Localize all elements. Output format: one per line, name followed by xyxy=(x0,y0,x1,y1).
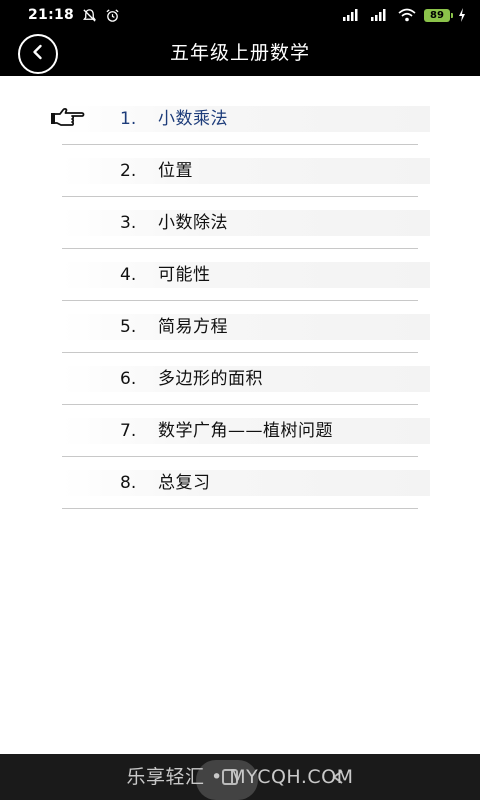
chapter-number: 1. xyxy=(120,109,137,129)
chapter-number: 4. xyxy=(120,265,137,285)
back-button[interactable] xyxy=(18,34,58,74)
status-bar: 21:18 89 xyxy=(0,0,480,30)
chapter-item-7[interactable]: 7. 数学广角——植树问题 xyxy=(62,406,430,457)
nav-back-button[interactable] xyxy=(318,754,358,800)
chapter-item-5[interactable]: 5. 简易方程 xyxy=(62,302,430,353)
page-title: 五年级上册数学 xyxy=(169,42,310,64)
status-right: 89 xyxy=(342,8,466,22)
chapter-item-1[interactable]: 1. 小数乘法 xyxy=(51,94,430,145)
chapter-number: 7. xyxy=(120,421,137,441)
chapter-title: 小数除法 xyxy=(158,213,228,233)
alarm-icon xyxy=(105,8,120,23)
row-highlight xyxy=(62,158,430,184)
chapter-item-8[interactable]: 8. 总复习 xyxy=(62,458,430,509)
row-highlight xyxy=(62,210,430,236)
mute-bell-icon xyxy=(82,8,97,23)
chapter-title: 简易方程 xyxy=(158,317,228,337)
home-icon xyxy=(222,769,238,785)
battery-icon: 89 xyxy=(424,8,453,22)
status-left: 21:18 xyxy=(28,7,120,23)
chapter-title: 数学广角——植树问题 xyxy=(158,421,333,441)
signal-icon xyxy=(370,8,390,22)
chapter-number: 2. xyxy=(120,161,137,181)
pointing-hand-icon xyxy=(50,105,86,131)
chapter-title: 可能性 xyxy=(158,265,211,285)
row-highlight xyxy=(62,106,430,132)
chapter-list: 1. 小数乘法 2. 位置 3. 小数除法 4. 可能性 5. 简易方程 6. … xyxy=(51,94,430,510)
chevron-left-icon xyxy=(29,43,47,65)
chapter-number: 5. xyxy=(120,317,137,337)
chapter-number: 8. xyxy=(120,473,137,493)
chapter-title: 小数乘法 xyxy=(158,109,228,129)
home-button[interactable] xyxy=(190,754,270,800)
chapter-title: 总复习 xyxy=(158,473,211,493)
chapter-number: 3. xyxy=(120,213,137,233)
navigation-bar: 乐享轻汇 • MYCQH.COM xyxy=(0,754,480,800)
status-time: 21:18 xyxy=(28,7,75,23)
title-bar: 五年级上册数学 xyxy=(0,30,480,76)
chapter-title: 多边形的面积 xyxy=(158,369,263,389)
back-triangle-icon xyxy=(332,770,343,784)
charging-icon xyxy=(458,8,466,22)
row-highlight xyxy=(62,262,430,288)
chapter-number: 6. xyxy=(120,369,137,389)
signal-icon xyxy=(342,8,362,22)
chapter-item-6[interactable]: 6. 多边形的面积 xyxy=(62,354,430,405)
wifi-icon xyxy=(398,8,416,22)
chapter-item-4[interactable]: 4. 可能性 xyxy=(62,250,430,301)
chapter-item-3[interactable]: 3. 小数除法 xyxy=(62,198,430,249)
row-highlight xyxy=(62,314,430,340)
chapter-title: 位置 xyxy=(158,161,193,181)
chapter-item-2[interactable]: 2. 位置 xyxy=(62,146,430,197)
row-highlight xyxy=(62,470,430,496)
